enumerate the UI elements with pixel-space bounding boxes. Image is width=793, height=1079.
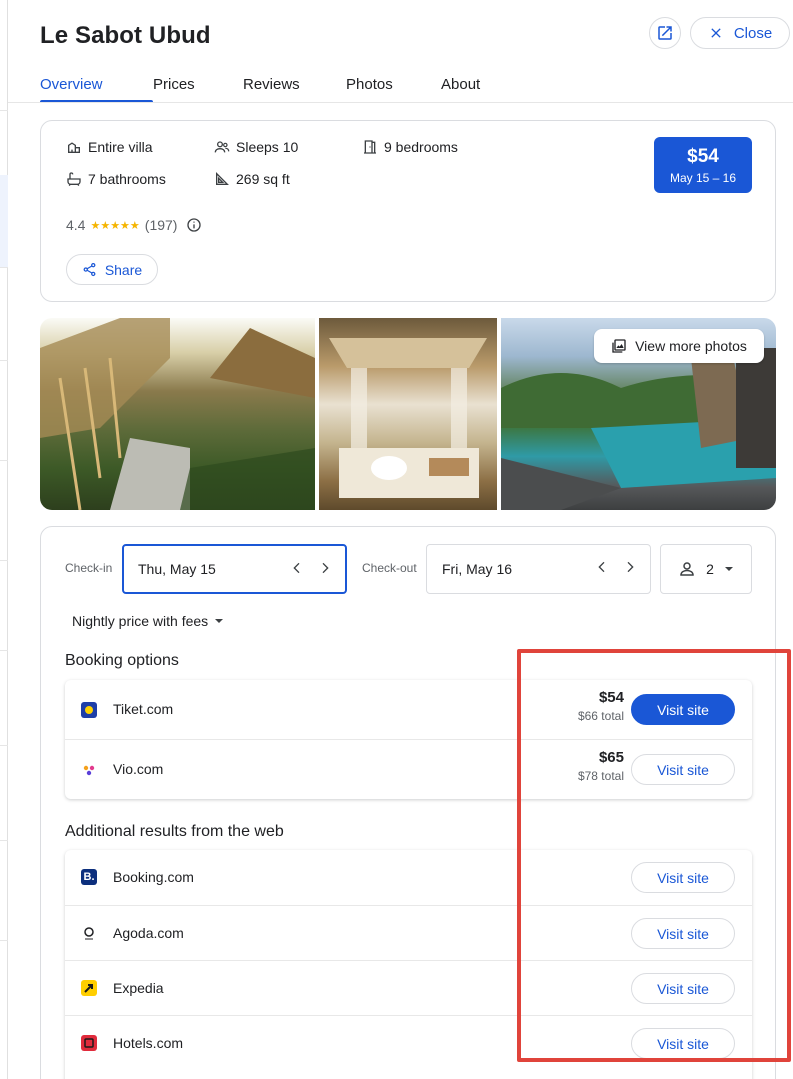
photo-canopy-bed[interactable] bbox=[319, 318, 497, 510]
bathtub-icon bbox=[67, 172, 81, 186]
open-external-button[interactable] bbox=[649, 17, 681, 49]
booking-logo-icon: B. bbox=[81, 869, 97, 885]
tab-prices[interactable]: Prices bbox=[153, 76, 243, 102]
ruler-icon bbox=[216, 172, 229, 185]
chevron-right-icon[interactable] bbox=[622, 559, 638, 575]
feature-area-label: 269 sq ft bbox=[236, 171, 290, 187]
close-button[interactable]: Close bbox=[690, 17, 790, 49]
left-panel-divider bbox=[0, 745, 8, 746]
hotels-logo-icon bbox=[81, 1035, 97, 1051]
tab-about[interactable]: About bbox=[441, 76, 501, 102]
provider-name: Tiket.com bbox=[113, 701, 174, 717]
share-icon bbox=[83, 262, 96, 277]
dropdown-icon bbox=[215, 619, 224, 623]
people-icon bbox=[214, 141, 230, 153]
view-more-photos-label: View more photos bbox=[635, 338, 747, 354]
checkin-date-field[interactable]: Thu, May 15 bbox=[122, 544, 347, 594]
photo-gallery: View more photos bbox=[40, 318, 776, 510]
rating-score: 4.4 bbox=[66, 217, 86, 233]
provider-name: Agoda.com bbox=[113, 925, 184, 941]
booking-options-heading: Booking options bbox=[65, 652, 179, 669]
left-panel-divider bbox=[0, 650, 8, 651]
chevron-right-icon[interactable] bbox=[317, 560, 333, 576]
gallery-icon bbox=[612, 339, 626, 353]
left-panel-divider bbox=[0, 110, 8, 111]
left-panel-highlight bbox=[0, 175, 8, 267]
tab-photos[interactable]: Photos bbox=[346, 76, 441, 102]
rating-count: (197) bbox=[144, 217, 178, 233]
share-label: Share bbox=[104, 261, 143, 278]
external-link-icon bbox=[658, 26, 672, 40]
tiket-logo-icon bbox=[81, 702, 97, 718]
provider-name: Expedia bbox=[113, 980, 164, 996]
feature-bathrooms-label: 7 bathrooms bbox=[88, 171, 166, 187]
feature-sleeps: Sleeps 10 bbox=[214, 139, 298, 155]
checkin-date-value: Thu, May 15 bbox=[138, 561, 216, 577]
view-more-photos-button[interactable]: View more photos bbox=[594, 329, 764, 363]
photo-canopy-bed-illustration bbox=[329, 338, 487, 498]
feature-villa-label: Entire villa bbox=[88, 139, 153, 155]
door-icon bbox=[364, 140, 376, 154]
tab-overview[interactable]: Overview bbox=[40, 76, 153, 103]
provider-name: Hotels.com bbox=[113, 1035, 184, 1051]
left-panel-edge bbox=[0, 0, 8, 1079]
price-summary-box[interactable]: $54 May 15 – 16 bbox=[654, 137, 752, 193]
photo-bamboo-stairs-illustration bbox=[40, 318, 315, 510]
left-panel-divider bbox=[0, 460, 8, 461]
feature-villa: Entire villa bbox=[66, 139, 153, 155]
left-panel-divider bbox=[0, 360, 8, 361]
chevron-left-icon[interactable] bbox=[594, 559, 610, 575]
person-icon bbox=[680, 562, 694, 576]
close-label: Close bbox=[733, 24, 773, 42]
price-summary-amount: $54 bbox=[687, 146, 719, 167]
provider-name: Vio.com bbox=[113, 761, 164, 777]
overview-card: Entire villa Sleeps 10 9 bedrooms 7 bath… bbox=[40, 120, 776, 302]
additional-results-heading: Additional results from the web bbox=[65, 823, 284, 840]
guests-count: 2 bbox=[706, 561, 714, 577]
chevron-left-icon[interactable] bbox=[289, 560, 305, 576]
vio-logo-icon bbox=[81, 762, 97, 778]
checkout-date-value: Fri, May 16 bbox=[442, 561, 513, 577]
villa-icon bbox=[68, 142, 80, 153]
page-title: Le Sabot Ubud bbox=[40, 22, 211, 49]
checkout-date-field[interactable]: Fri, May 16 bbox=[426, 544, 651, 594]
feature-bedrooms: 9 bedrooms bbox=[362, 139, 458, 155]
dropdown-icon bbox=[724, 567, 733, 571]
left-panel-divider bbox=[0, 840, 8, 841]
tabs-divider bbox=[8, 102, 793, 103]
left-panel-divider bbox=[0, 940, 8, 941]
rating-stars: ★★★★★ bbox=[90, 219, 140, 232]
price-mode-label: Nightly price with fees bbox=[72, 613, 209, 629]
feature-area: 269 sq ft bbox=[214, 171, 290, 187]
expedia-logo-icon bbox=[81, 980, 97, 996]
feature-sleeps-label: Sleeps 10 bbox=[236, 139, 299, 155]
rating-summary: 4.4 ★★★★★ (197) bbox=[66, 217, 202, 233]
feature-bathrooms: 7 bathrooms bbox=[66, 171, 166, 187]
tab-reviews[interactable]: Reviews bbox=[243, 76, 346, 102]
left-panel-divider bbox=[0, 560, 8, 561]
checkin-label: Check-in bbox=[65, 561, 113, 575]
info-icon[interactable] bbox=[186, 217, 202, 233]
share-button[interactable]: Share bbox=[66, 254, 158, 285]
provider-name: Booking.com bbox=[113, 869, 194, 885]
guests-selector[interactable]: 2 bbox=[660, 544, 752, 594]
photo-bamboo-stairs[interactable] bbox=[40, 318, 315, 510]
feature-bedrooms-label: 9 bedrooms bbox=[384, 139, 458, 155]
price-summary-dates: May 15 – 16 bbox=[669, 171, 737, 185]
close-icon bbox=[711, 28, 721, 38]
price-mode-dropdown[interactable]: Nightly price with fees bbox=[72, 613, 224, 629]
agoda-logo-icon bbox=[81, 925, 97, 941]
tab-bar: Overview Prices Reviews Photos About bbox=[40, 76, 501, 103]
left-panel-divider bbox=[0, 267, 8, 268]
checkout-label: Check-out bbox=[362, 561, 417, 575]
annotation-highlight-box bbox=[517, 649, 791, 1062]
